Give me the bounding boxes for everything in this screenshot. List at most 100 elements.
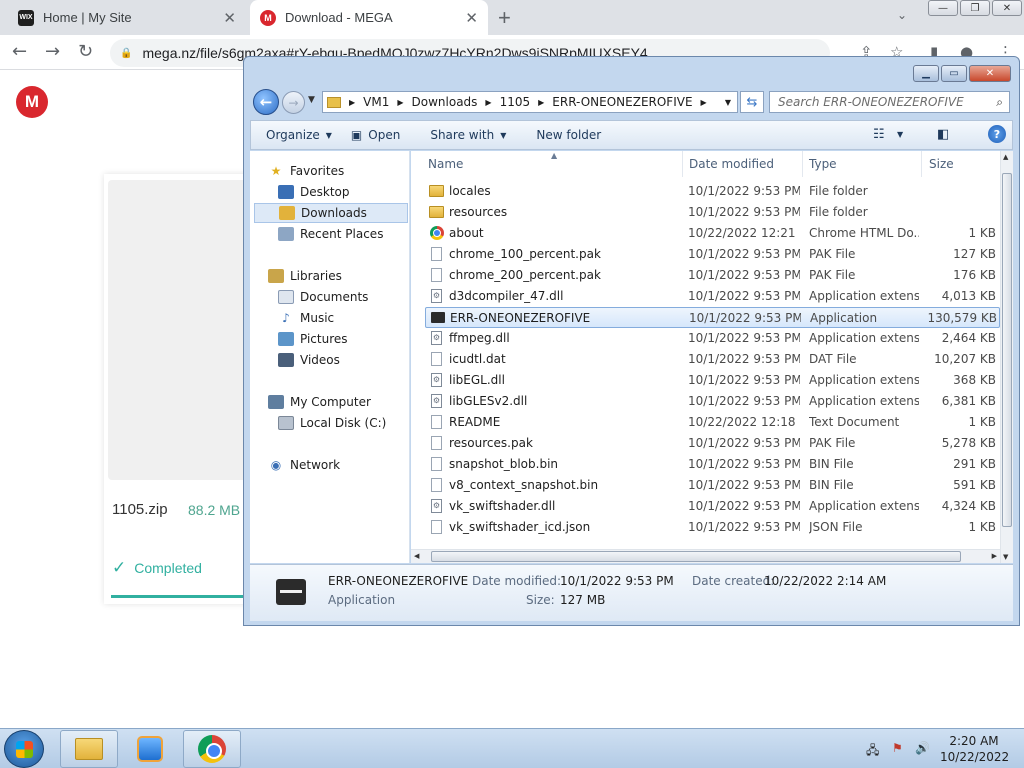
- nav-my-computer[interactable]: My Computer: [268, 392, 371, 412]
- column-header-size[interactable]: Size: [922, 151, 1000, 177]
- file-row[interactable]: chrome_200_percent.pak 10/1/2022 9:53 PM P…: [425, 265, 1000, 286]
- details-date-created-label: Date created:: [692, 574, 775, 588]
- column-header-date[interactable]: Date modified: [683, 151, 803, 177]
- restore-icon[interactable]: ❐: [960, 0, 990, 16]
- organize-button[interactable]: Organize ▼: [251, 128, 347, 142]
- breadcrumb-separator-icon[interactable]: ▶: [485, 98, 491, 107]
- breadcrumb-separator-icon[interactable]: ▶: [349, 98, 355, 107]
- breadcrumb-vm1[interactable]: VM1: [363, 95, 389, 109]
- search-icon[interactable]: ⌕: [996, 95, 1003, 110]
- recent-locations-dropdown-icon[interactable]: ▼: [308, 95, 315, 105]
- scrollbar-thumb[interactable]: [1002, 173, 1012, 527]
- volume-icon[interactable]: 🔊: [915, 741, 930, 755]
- taskbar-explorer-button[interactable]: [60, 730, 118, 768]
- file-row[interactable]: vk_swiftshader_icd.json 10/1/2022 9:53 PM…: [425, 517, 1000, 538]
- tab-home-my-site[interactable]: WIX Home | My Site ✕: [8, 0, 246, 35]
- breadcrumb-downloads[interactable]: Downloads: [412, 95, 478, 109]
- file-row[interactable]: locales 10/1/2022 9:53 PM File folder: [425, 181, 1000, 202]
- nav-pictures[interactable]: Pictures: [278, 329, 348, 349]
- file-row[interactable]: ⚙ libGLESv2.dll 10/1/2022 9:53 PM Applicati…: [425, 391, 1000, 412]
- breadcrumb-separator-icon[interactable]: ▶: [538, 98, 544, 107]
- reload-icon[interactable]: ↻: [78, 41, 93, 62]
- minimize-icon[interactable]: ▁: [913, 65, 939, 82]
- open-button[interactable]: ▣ Open: [347, 128, 415, 142]
- scrollbar-thumb[interactable]: [431, 551, 961, 562]
- forward-arrow-icon[interactable]: →: [282, 91, 305, 114]
- scroll-down-icon[interactable]: ▼: [1003, 553, 1008, 561]
- vertical-scrollbar[interactable]: ▲ ▼: [1000, 151, 1013, 563]
- breadcrumb-separator-icon[interactable]: ▶: [701, 98, 707, 107]
- change-view-icon[interactable]: ☷: [873, 127, 885, 142]
- explorer-search-input[interactable]: Search ERR-ONEONEZEROFIVE ⌕: [769, 91, 1010, 113]
- file-row[interactable]: ⚙ vk_swiftshader.dll 10/1/2022 9:53 PM Appl…: [425, 496, 1000, 517]
- scroll-up-icon[interactable]: ▲: [1003, 153, 1008, 161]
- nav-recent-places[interactable]: Recent Places: [278, 224, 383, 244]
- help-icon[interactable]: ?: [988, 125, 1006, 143]
- system-clock[interactable]: 2:20 AM 10/22/2022: [940, 733, 1009, 765]
- nav-favorites[interactable]: ★ Favorites: [268, 161, 345, 181]
- folder-icon: [75, 738, 103, 760]
- tab-download-mega[interactable]: M Download - MEGA ✕: [250, 0, 488, 35]
- new-folder-button[interactable]: New folder: [521, 128, 616, 142]
- tab-search-chevron-icon[interactable]: ⌄: [897, 8, 907, 22]
- close-tab-icon[interactable]: ✕: [465, 9, 478, 27]
- start-button[interactable]: [4, 730, 44, 768]
- column-header-name[interactable]: Name: [421, 151, 683, 177]
- close-tab-icon[interactable]: ✕: [223, 9, 236, 27]
- share-with-button[interactable]: Share with ▼: [415, 128, 521, 142]
- nav-desktop[interactable]: Desktop: [278, 182, 350, 202]
- back-arrow-icon[interactable]: ←: [253, 89, 279, 115]
- taskbar-media-player-button[interactable]: [121, 730, 179, 768]
- file-type: File folder: [809, 184, 868, 198]
- file-row[interactable]: README 10/22/2022 12:18 ... Text Document 1…: [425, 412, 1000, 433]
- back-arrow-icon[interactable]: ←: [12, 41, 27, 62]
- taskbar-chrome-button[interactable]: [183, 730, 241, 768]
- horizontal-scrollbar[interactable]: ◀ ▶: [411, 549, 1000, 563]
- action-center-flag-icon[interactable]: ⚑: [892, 741, 903, 755]
- forward-arrow-icon[interactable]: →: [45, 41, 60, 62]
- file-row[interactable]: ERR-ONEONEZEROFIVE 10/1/2022 9:53 PM Appli…: [425, 307, 1000, 328]
- nav-downloads[interactable]: Downloads: [254, 203, 408, 223]
- nav-network[interactable]: ◉ Network: [268, 455, 340, 475]
- file-row[interactable]: v8_context_snapshot.bin 10/1/2022 9:53 PM…: [425, 475, 1000, 496]
- view-dropdown-icon[interactable]: ▼: [897, 130, 903, 139]
- file-row[interactable]: ⚙ d3dcompiler_47.dll 10/1/2022 9:53 PM Appl…: [425, 286, 1000, 307]
- network-tray-icon[interactable]: 🖧: [866, 741, 879, 762]
- scroll-right-icon[interactable]: ▶: [992, 552, 997, 560]
- minimize-icon[interactable]: —: [928, 0, 958, 16]
- file-date-modified: 10/1/2022 9:53 PM: [688, 268, 800, 282]
- nav-libraries[interactable]: Libraries: [268, 266, 342, 286]
- new-tab-icon[interactable]: +: [498, 5, 511, 31]
- address-dropdown-icon[interactable]: ▼: [725, 98, 731, 107]
- dll-file-icon: ⚙: [431, 288, 442, 303]
- column-header-type[interactable]: Type: [803, 151, 922, 177]
- dll-file-icon: ⚙: [431, 330, 442, 345]
- nav-videos[interactable]: Videos: [278, 350, 340, 370]
- file-row[interactable]: snapshot_blob.bin 10/1/2022 9:53 PM BIN Fi…: [425, 454, 1000, 475]
- maximize-icon[interactable]: ▭: [941, 65, 967, 82]
- file-row[interactable]: ⚙ libEGL.dll 10/1/2022 9:53 PM Application …: [425, 370, 1000, 391]
- nav-label: Recent Places: [300, 227, 384, 241]
- file-name: d3dcompiler_47.dll: [449, 289, 564, 303]
- scroll-left-icon[interactable]: ◀: [414, 552, 419, 560]
- close-icon[interactable]: ✕: [992, 0, 1022, 16]
- details-date-modified: 10/1/2022 9:53 PM: [560, 574, 674, 588]
- nav-local-disk[interactable]: Local Disk (C:): [278, 413, 386, 433]
- explorer-address-bar[interactable]: ▶ VM1 ▶ Downloads ▶ 1105 ▶ ERR-ONEONEZER…: [322, 91, 738, 113]
- file-row[interactable]: ⚙ ffmpeg.dll 10/1/2022 9:53 PM Application …: [425, 328, 1000, 349]
- close-icon[interactable]: ✕: [969, 65, 1011, 82]
- breadcrumb-1105[interactable]: 1105: [500, 95, 531, 109]
- preview-pane-icon[interactable]: ◧: [937, 127, 949, 142]
- file-row[interactable]: icudtl.dat 10/1/2022 9:53 PM DAT File 10,20…: [425, 349, 1000, 370]
- file-row[interactable]: resources.pak 10/1/2022 9:53 PM PAK File 5,…: [425, 433, 1000, 454]
- refresh-icon[interactable]: ⇆: [740, 91, 764, 113]
- breadcrumb-err-oneonezerofive[interactable]: ERR-ONEONEZEROFIVE: [552, 95, 692, 109]
- nav-documents[interactable]: Documents: [278, 287, 368, 307]
- file-icon: [431, 246, 442, 261]
- file-row[interactable]: chrome_100_percent.pak 10/1/2022 9:53 PM P…: [425, 244, 1000, 265]
- breadcrumb-separator-icon[interactable]: ▶: [397, 98, 403, 107]
- file-row[interactable]: resources 10/1/2022 9:53 PM File folder: [425, 202, 1000, 223]
- mega-logo[interactable]: M: [16, 86, 48, 118]
- file-row[interactable]: about 10/22/2022 12:21 ... Chrome HTML Do.…: [425, 223, 1000, 244]
- nav-music[interactable]: ♪ Music: [278, 308, 334, 328]
